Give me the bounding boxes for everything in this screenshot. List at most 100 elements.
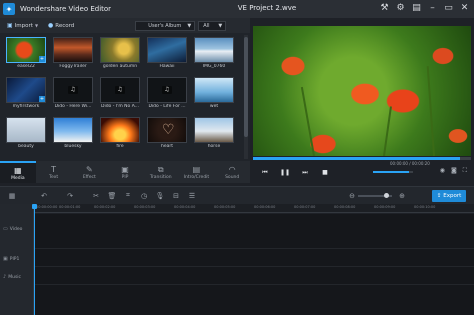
- ruler-label: 00:00:08:00: [334, 205, 356, 209]
- media-item[interactable]: wet: [194, 77, 234, 109]
- tab-effect[interactable]: ✎ Effect: [71, 161, 107, 183]
- ruler-label: 00:00:01:00: [59, 205, 81, 209]
- settings-icon[interactable]: ☰: [184, 192, 200, 200]
- fullscreen-icon[interactable]: ⛶: [463, 167, 467, 175]
- media-library: + easel22 FoggyTrailer golden autumn Haw…: [0, 33, 250, 161]
- timeline-ruler[interactable]: 00:00:00:00 00:00:01:00 00:00:02:00 00:0…: [34, 204, 474, 213]
- import-icon: ▣: [7, 22, 13, 29]
- track-divider: [35, 248, 474, 249]
- ruler-label: 00:00:05:00: [214, 205, 236, 209]
- media-label: fire: [116, 144, 124, 149]
- snapshot-icon[interactable]: ◙: [451, 167, 457, 175]
- media-item[interactable]: IMG_0760: [194, 37, 234, 69]
- media-item[interactable]: + easel22: [6, 37, 46, 69]
- media-item[interactable]: ♫ Dido - Life For ...: [147, 77, 187, 109]
- pip-track-icon: ▣: [3, 256, 8, 262]
- add-icon[interactable]: +: [39, 96, 45, 102]
- delete-icon[interactable]: 🗑: [104, 192, 120, 200]
- media-item[interactable]: bluesky: [53, 117, 93, 149]
- gear-icon[interactable]: ⚙: [395, 2, 406, 14]
- export-button[interactable]: ⇪ Export: [432, 190, 466, 202]
- cart-icon[interactable]: ▤: [411, 2, 422, 14]
- media-thumbnail: [100, 117, 140, 143]
- timeline-tracks[interactable]: [35, 214, 474, 315]
- zoom-knob[interactable]: [384, 193, 389, 198]
- media-item[interactable]: fire: [100, 117, 140, 149]
- add-icon[interactable]: +: [39, 56, 45, 62]
- music-note-icon: ♪: [3, 274, 7, 280]
- previous-icon[interactable]: ⏮: [259, 168, 271, 178]
- import-button[interactable]: ▣ Import ▼: [4, 20, 41, 31]
- record-button[interactable]: ● Record: [45, 20, 77, 31]
- undo-icon[interactable]: ↶: [36, 192, 52, 200]
- tab-sound[interactable]: ◠ Sound: [214, 161, 250, 183]
- track-header-video[interactable]: ▭ Video: [3, 226, 22, 232]
- media-thumbnail: ♫: [53, 77, 93, 103]
- maximize-icon[interactable]: ▭: [443, 2, 454, 14]
- tab-text[interactable]: T Text: [36, 161, 72, 183]
- zoom-in-icon[interactable]: ⊕: [394, 192, 410, 200]
- media-label: heart: [161, 144, 173, 149]
- ruler-label: 00:00:07:00: [294, 205, 316, 209]
- playhead[interactable]: [34, 205, 35, 315]
- grid-icon[interactable]: ▦: [4, 192, 20, 200]
- filter-select[interactable]: All ▼: [198, 20, 227, 31]
- media-item[interactable]: ♡ heart: [147, 117, 187, 149]
- cut-icon[interactable]: ✂: [88, 192, 104, 200]
- media-label: myfirstwork: [12, 104, 40, 109]
- media-item[interactable]: FoggyTrailer: [53, 37, 93, 69]
- tab-pip[interactable]: ▣ PIP: [107, 161, 143, 183]
- preview-progress-bar[interactable]: [253, 157, 471, 160]
- heart-icon: ♡: [162, 122, 175, 138]
- mic-icon[interactable]: 🎙: [152, 192, 168, 200]
- redo-icon[interactable]: ↷: [62, 192, 78, 200]
- media-item[interactable]: beauty: [6, 117, 46, 149]
- crop-icon[interactable]: ⌗: [120, 191, 136, 200]
- ruler-label: 00:00:10:00: [414, 205, 436, 209]
- pause-icon[interactable]: ❚❚: [279, 168, 291, 178]
- media-thumbnail: [147, 37, 187, 63]
- scrollbar-thumb[interactable]: [244, 37, 248, 137]
- media-item[interactable]: ♫ Dido - Here Wi...: [53, 77, 93, 109]
- track-divider: [35, 266, 474, 267]
- minimize-icon[interactable]: –: [427, 2, 438, 14]
- tab-media[interactable]: ▦ Media: [0, 161, 36, 183]
- media-item[interactable]: ♫ Dido - I'm No A...: [100, 77, 140, 109]
- media-item[interactable]: golden autumn: [100, 37, 140, 69]
- split-icon[interactable]: ⊟: [168, 192, 184, 200]
- album-select[interactable]: User's Album ▼: [135, 20, 196, 31]
- progress-fill: [253, 157, 461, 160]
- track-header-pip1[interactable]: ▣ PIP1: [3, 256, 19, 262]
- tab-label: Sound: [225, 174, 240, 180]
- app-logo-icon: ✦: [3, 3, 15, 15]
- zoom-slider[interactable]: [358, 193, 392, 198]
- ruler-label: 00:00:06:00: [254, 205, 276, 209]
- next-icon[interactable]: ⏭: [299, 168, 311, 178]
- volume-icon[interactable]: ◉: [440, 167, 445, 175]
- media-thumbnail: [6, 117, 46, 143]
- stop-icon[interactable]: ■: [319, 168, 331, 178]
- media-item[interactable]: horse: [194, 117, 234, 149]
- track-headers: ▭ Video ▣ PIP1 ♪ Music: [0, 204, 34, 315]
- volume-fill: [373, 171, 409, 173]
- library-scrollbar[interactable]: [244, 35, 248, 159]
- track-label: Video: [9, 226, 23, 232]
- volume-slider[interactable]: [373, 171, 413, 173]
- speed-icon[interactable]: ◷: [136, 192, 152, 200]
- tab-label: Text: [49, 174, 59, 180]
- tab-label: Intro/Credit: [183, 174, 210, 180]
- tab-transition[interactable]: ⧉ Transition: [143, 161, 179, 183]
- record-icon: ●: [48, 22, 54, 29]
- export-label: Export: [443, 193, 462, 199]
- media-item[interactable]: + myfirstwork: [6, 77, 46, 109]
- media-item[interactable]: Hawaii: [147, 37, 187, 69]
- track-header-music[interactable]: ♪ Music: [3, 274, 21, 280]
- close-icon[interactable]: ✕: [459, 2, 470, 14]
- tab-intro-credit[interactable]: ▤ Intro/Credit: [179, 161, 215, 183]
- media-label: Dido - Life For ...: [148, 104, 186, 109]
- video-track-icon: ▭: [3, 226, 8, 232]
- media-label: Hawaii: [159, 64, 175, 69]
- media-thumbnail: ♫: [100, 77, 140, 103]
- tools-icon[interactable]: ⚒: [379, 2, 390, 14]
- media-thumbnail: [100, 37, 140, 63]
